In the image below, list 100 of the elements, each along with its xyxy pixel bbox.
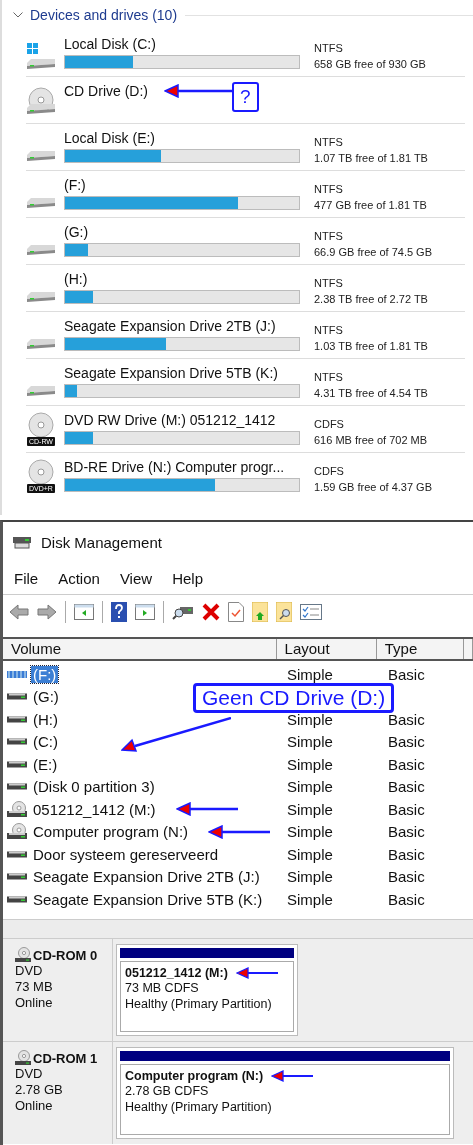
drive-icon bbox=[7, 850, 27, 858]
help-icon[interactable] bbox=[111, 602, 127, 622]
file-system: CDFS bbox=[314, 464, 345, 479]
check-document-icon[interactable] bbox=[228, 602, 244, 622]
hard-drive-icon bbox=[26, 244, 56, 256]
free-space: 1.07 TB free of 1.81 TB bbox=[314, 151, 428, 166]
drive-magnifier-icon[interactable] bbox=[172, 604, 194, 620]
partition-panel[interactable]: 051212_1412 (M:) 73 MB CDFS Healthy (Primary Partition) bbox=[116, 944, 298, 1036]
disk-type: DVD bbox=[15, 963, 44, 979]
table-cell-text: Basic bbox=[387, 665, 426, 683]
table-cell-text: Basic bbox=[387, 710, 426, 728]
disc-drive-icon bbox=[15, 1050, 31, 1066]
table-cell-text: Simple bbox=[286, 778, 334, 796]
table-cell[interactable]: (C:) bbox=[31, 733, 60, 751]
drive-icon bbox=[7, 760, 27, 768]
table-cell-text: Basic bbox=[387, 868, 426, 886]
partition-status: Healthy (Primary Partition) bbox=[125, 1099, 273, 1115]
free-space: 658 GB free of 930 GB bbox=[314, 57, 426, 72]
pane-icon[interactable] bbox=[135, 604, 155, 620]
table-cell[interactable]: (E:) bbox=[31, 755, 60, 773]
folder-up-icon[interactable] bbox=[252, 602, 268, 622]
table-cell[interactable]: (G:) bbox=[31, 688, 61, 706]
table-cell-text: Basic bbox=[387, 890, 426, 908]
table-cell-text: Simple bbox=[286, 710, 334, 728]
drive-name[interactable]: Local Disk (C:) bbox=[64, 36, 156, 52]
drive-name[interactable]: Seagate Expansion Drive 5TB (K:) bbox=[64, 365, 278, 381]
menu-item[interactable]: File bbox=[14, 569, 39, 587]
drive-name[interactable]: Local Disk (E:) bbox=[64, 130, 156, 146]
table-cell-text: Simple bbox=[286, 800, 334, 818]
free-space: 1.59 GB free of 4.37 GB bbox=[314, 480, 432, 495]
drive-name[interactable]: DVD RW Drive (M:) 051212_1412 bbox=[64, 412, 276, 428]
drive-name[interactable]: CD Drive (D:) bbox=[64, 83, 148, 99]
drive-name[interactable]: (H:) bbox=[64, 271, 88, 287]
table-cell-text: Simple bbox=[286, 823, 334, 841]
drive-name[interactable]: Seagate Expansion Drive 2TB (J:) bbox=[64, 318, 276, 334]
menu-item[interactable]: View bbox=[119, 569, 153, 587]
disk-icon bbox=[12, 535, 32, 549]
hard-drive-icon bbox=[26, 150, 56, 162]
table-cell-text: Basic bbox=[387, 823, 426, 841]
drive-icon bbox=[7, 783, 27, 791]
disk-size: 2.78 GB bbox=[15, 1082, 64, 1098]
table-cell-text: Simple bbox=[286, 868, 334, 886]
drive-icon bbox=[7, 715, 27, 723]
disc-drive-icon bbox=[26, 412, 56, 438]
file-system: NTFS bbox=[314, 276, 344, 291]
table-cell[interactable]: (Disk 0 partition 3) bbox=[31, 778, 157, 796]
table-cell-text: Simple bbox=[286, 733, 334, 751]
disc-drive-icon bbox=[26, 459, 56, 485]
file-system: CDFS bbox=[314, 417, 345, 432]
pane-icon[interactable] bbox=[74, 604, 94, 620]
table-cell[interactable]: Seagate Expansion Drive 2TB (J:) bbox=[31, 868, 262, 886]
file-system: NTFS bbox=[314, 370, 344, 385]
partition-size: 2.78 GB CDFS bbox=[125, 1083, 210, 1099]
table-cell[interactable]: 051212_1412 (M:) bbox=[31, 800, 158, 818]
hard-drive-icon bbox=[26, 291, 56, 303]
free-space: 1.03 TB free of 1.81 TB bbox=[314, 339, 428, 354]
table-cell[interactable]: Seagate Expansion Drive 5TB (K:) bbox=[31, 890, 265, 908]
menu-item[interactable]: Action bbox=[58, 569, 100, 587]
column-header[interactable]: Volume bbox=[3, 639, 277, 659]
annotation-box: Geen CD Drive (D:) bbox=[193, 683, 395, 713]
table-cell[interactable]: (F:) bbox=[31, 665, 59, 683]
partition-title: 051212_1412 (M:) bbox=[125, 966, 228, 980]
drive-name[interactable]: (F:) bbox=[64, 177, 86, 193]
partition-status: Healthy (Primary Partition) bbox=[125, 996, 273, 1012]
folder-search-icon[interactable] bbox=[276, 602, 292, 622]
section-title[interactable]: Devices and drives (10) bbox=[30, 7, 178, 23]
disk-name: CD-ROM 0 bbox=[33, 947, 98, 963]
disc-drive-icon bbox=[7, 800, 27, 818]
disk-status: Online bbox=[15, 1098, 54, 1114]
forward-arrow-icon[interactable] bbox=[37, 604, 57, 620]
disk-size: 73 MB bbox=[15, 979, 54, 995]
free-space: 2.38 TB free of 2.72 TB bbox=[314, 292, 428, 307]
free-space: 66.9 GB free of 74.5 GB bbox=[314, 245, 432, 260]
column-header[interactable]: Type bbox=[376, 639, 464, 659]
free-space: 616 MB free of 702 MB bbox=[314, 433, 428, 448]
chevron-icon[interactable] bbox=[13, 12, 23, 18]
system-drive-icon bbox=[26, 42, 56, 70]
table-cell[interactable]: (H:) bbox=[31, 710, 60, 728]
drive-name[interactable]: BD-RE Drive (N:) Computer progr... bbox=[64, 459, 285, 475]
file-system: NTFS bbox=[314, 323, 344, 338]
column-header[interactable]: Layout bbox=[276, 639, 377, 659]
menu-item[interactable]: Help bbox=[172, 569, 203, 587]
table-cell-text: Simple bbox=[286, 845, 334, 863]
drive-icon bbox=[7, 738, 27, 746]
properties-icon[interactable] bbox=[300, 604, 322, 620]
hard-drive-icon bbox=[26, 338, 56, 350]
table-cell-text: Simple bbox=[286, 755, 334, 773]
annotation-box: ? bbox=[232, 82, 259, 112]
drive-icon bbox=[7, 693, 27, 701]
file-system: NTFS bbox=[314, 182, 344, 197]
partition-panel[interactable]: Computer program (N:) 2.78 GB CDFS Healthy (Primary Partition) bbox=[116, 1047, 454, 1139]
table-cell[interactable]: Computer program (N:) bbox=[31, 823, 191, 841]
hard-drive-icon bbox=[26, 385, 56, 397]
window-title: Disk Management bbox=[41, 533, 162, 551]
disc-drive-icon bbox=[26, 87, 56, 115]
delete-icon[interactable] bbox=[202, 603, 220, 621]
table-cell-text: Basic bbox=[387, 778, 426, 796]
table-cell[interactable]: Door systeem gereserveerd bbox=[31, 845, 221, 863]
drive-name[interactable]: (G:) bbox=[64, 224, 89, 240]
back-arrow-icon[interactable] bbox=[9, 604, 29, 620]
